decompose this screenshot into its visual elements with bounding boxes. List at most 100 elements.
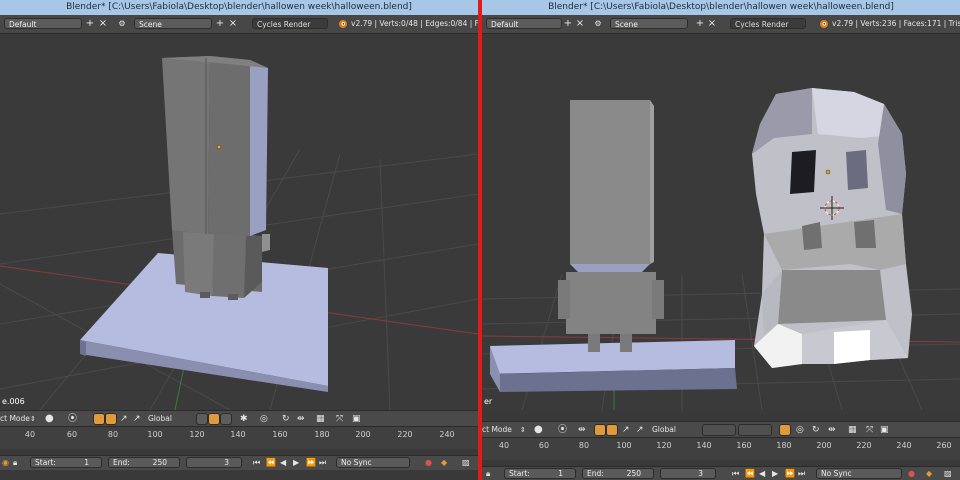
manipulator-scale-icon[interactable]: ↗ xyxy=(120,411,128,427)
layer-grid-2[interactable] xyxy=(738,424,772,436)
layout-selector[interactable]: Default xyxy=(4,18,82,29)
snap-target-icon[interactable]: ▦ xyxy=(316,411,325,427)
snap-icon[interactable]: ↻ xyxy=(282,411,290,427)
auto-key-icon[interactable]: ● xyxy=(425,457,432,469)
manipulator-extra-icon[interactable]: ↗ xyxy=(636,422,644,438)
ruler-tick: 40 xyxy=(498,441,510,450)
manipulator-toggle-icon[interactable]: ⇹ xyxy=(578,422,586,438)
render-preview-icon[interactable]: ✱ xyxy=(240,411,248,427)
end-frame-field[interactable]: End: 250 xyxy=(582,468,654,479)
proportional-edit-icon[interactable]: ◎ xyxy=(260,411,268,427)
manipulator-rotate-icon[interactable] xyxy=(606,424,618,436)
layer-icon-1[interactable] xyxy=(196,413,208,425)
manipulator-extra-icon[interactable]: ↗ xyxy=(133,411,141,427)
render-engine-selector[interactable]: Cycles Render xyxy=(252,18,328,29)
3d-viewport[interactable]: e.006 xyxy=(0,34,478,410)
ruler-tick: 40 xyxy=(24,430,36,439)
play-reverse-icon[interactable]: ◀ xyxy=(759,468,765,480)
shading-solid-icon[interactable]: ● xyxy=(45,411,54,427)
pivot-icon[interactable]: ⦿ xyxy=(558,422,567,438)
jump-end-icon[interactable]: ⏭ xyxy=(798,468,805,480)
scene-selector[interactable]: Scene xyxy=(134,18,212,29)
mode-dropdown-icon[interactable]: ⇕ xyxy=(520,422,526,438)
ruler-tick: 60 xyxy=(66,430,78,439)
mode-dropdown-icon[interactable]: ⇕ xyxy=(30,411,36,427)
sync-selector[interactable]: No Sync xyxy=(336,457,410,468)
start-frame-field[interactable]: Start: 1 xyxy=(504,468,576,479)
right-blender-window: Blender* [C:\Users\Fabiola\Desktop\blend… xyxy=(482,0,960,480)
ruler-tick: 160 xyxy=(736,441,752,450)
jump-prev-key-icon[interactable]: ⏪ xyxy=(266,457,276,469)
snap-target-icon[interactable]: ▦ xyxy=(848,422,857,438)
close-scene-icon[interactable]: × xyxy=(706,17,718,30)
close-layout-icon[interactable]: × xyxy=(97,17,109,30)
graph-icon[interactable]: ▨ xyxy=(462,457,470,469)
snap-element-icon[interactable]: ⇹ xyxy=(297,411,305,427)
manipulator-scale-icon[interactable]: ↗ xyxy=(622,422,630,438)
render-engine-selector[interactable]: Cycles Render xyxy=(730,18,806,29)
end-frame-label: End: xyxy=(587,469,604,478)
snap-icon[interactable]: ↻ xyxy=(812,422,820,438)
jump-next-key-icon[interactable]: ⏩ xyxy=(785,468,795,480)
jump-end-icon[interactable]: ⏭ xyxy=(319,457,326,469)
snap-element-icon[interactable]: ⇹ xyxy=(828,422,836,438)
opengl-anim-icon[interactable]: ▣ xyxy=(880,422,889,438)
close-scene-icon[interactable]: × xyxy=(227,17,239,30)
mode-selector[interactable]: ct Mode xyxy=(0,411,30,427)
transform-orientation-selector[interactable]: Global xyxy=(652,422,676,438)
render-layer-icon[interactable] xyxy=(779,424,791,436)
shading-solid-icon[interactable]: ● xyxy=(534,422,543,438)
record-icon[interactable]: ◉ xyxy=(2,457,9,469)
keyframe-icon[interactable]: ◆ xyxy=(926,468,932,480)
proportional-edit-icon[interactable]: ◎ xyxy=(796,422,804,438)
layout-selector[interactable]: Default xyxy=(486,18,562,29)
keying-lock-icon[interactable]: 🔒︎ xyxy=(13,457,17,469)
pivot-icon[interactable]: ⦿ xyxy=(68,411,77,427)
keying-set-icon[interactable]: ▨ xyxy=(944,468,952,480)
play-icon[interactable]: ▶ xyxy=(772,468,778,480)
3d-viewport[interactable]: er xyxy=(482,34,960,410)
auto-key-icon[interactable]: ● xyxy=(908,468,915,480)
window-title: Blender* [C:\Users\Fabiola\Desktop\blend… xyxy=(0,0,478,15)
scene-selector[interactable]: Scene xyxy=(610,18,688,29)
add-layout-icon[interactable]: + xyxy=(562,17,574,30)
mode-selector[interactable]: ct Mode xyxy=(482,422,512,438)
timeline-ruler[interactable]: 40 60 80 100 120 140 160 180 200 220 240… xyxy=(482,437,960,460)
jump-next-key-icon[interactable]: ⏩ xyxy=(306,457,316,469)
blender-logo-icon xyxy=(339,20,347,28)
info-header: Default + × ⚙ Scene + × Cycles Render v2… xyxy=(0,15,478,34)
layer-icon-3[interactable] xyxy=(220,413,232,425)
current-frame-field[interactable]: 3 xyxy=(660,468,716,479)
opengl-anim-icon[interactable]: ▣ xyxy=(352,411,361,427)
start-frame-field[interactable]: Start: 1 xyxy=(30,457,102,468)
ruler-tick: 140 xyxy=(230,430,246,439)
manipulator-translate-icon[interactable] xyxy=(594,424,606,436)
manipulator-rotate-icon[interactable] xyxy=(105,413,117,425)
transform-orientation-selector[interactable]: Global xyxy=(148,411,172,427)
add-scene-icon[interactable]: + xyxy=(214,17,226,30)
layer-icon-2[interactable] xyxy=(208,413,220,425)
add-layout-icon[interactable]: + xyxy=(84,17,96,30)
sync-selector[interactable]: No Sync xyxy=(816,468,902,479)
add-scene-icon[interactable]: + xyxy=(694,17,706,30)
layer-grid-1[interactable] xyxy=(702,424,736,436)
timeline-ruler[interactable]: 40 60 80 100 120 140 160 180 200 220 240 xyxy=(0,426,478,449)
viewport-header: ct Mode ⇕ ● ⦿ ⇹ ↗ ↗ Global ◎ ↻ ⇹ ▦ ⤧ ▣ xyxy=(482,421,960,438)
manipulator-translate-icon[interactable] xyxy=(93,413,105,425)
keyframe-icon[interactable]: ◆ xyxy=(441,457,447,469)
keying-lock-icon[interactable]: 🔒︎ xyxy=(486,468,490,480)
play-reverse-icon[interactable]: ◀ xyxy=(280,457,286,469)
jump-start-icon[interactable]: ⏮ xyxy=(732,468,739,480)
opengl-render-icon[interactable]: ⤧ xyxy=(866,422,873,438)
ruler-tick: 60 xyxy=(538,441,550,450)
current-frame-field[interactable]: 3 xyxy=(186,457,242,468)
play-icon[interactable]: ▶ xyxy=(293,457,299,469)
jump-prev-key-icon[interactable]: ⏪ xyxy=(745,468,755,480)
opengl-render-icon[interactable]: ⤧ xyxy=(336,411,343,427)
close-layout-icon[interactable]: × xyxy=(574,17,586,30)
jump-start-icon[interactable]: ⏮ xyxy=(253,457,260,469)
ruler-tick: 120 xyxy=(189,430,205,439)
end-frame-field[interactable]: End: 250 xyxy=(108,457,180,468)
viewport-scene xyxy=(0,56,478,410)
timeline-header: ◉ 🔒︎ Start: 1 End: 250 3 ⏮ ⏪ ◀ ▶ ⏩ ⏭ No Sy… xyxy=(0,455,478,470)
